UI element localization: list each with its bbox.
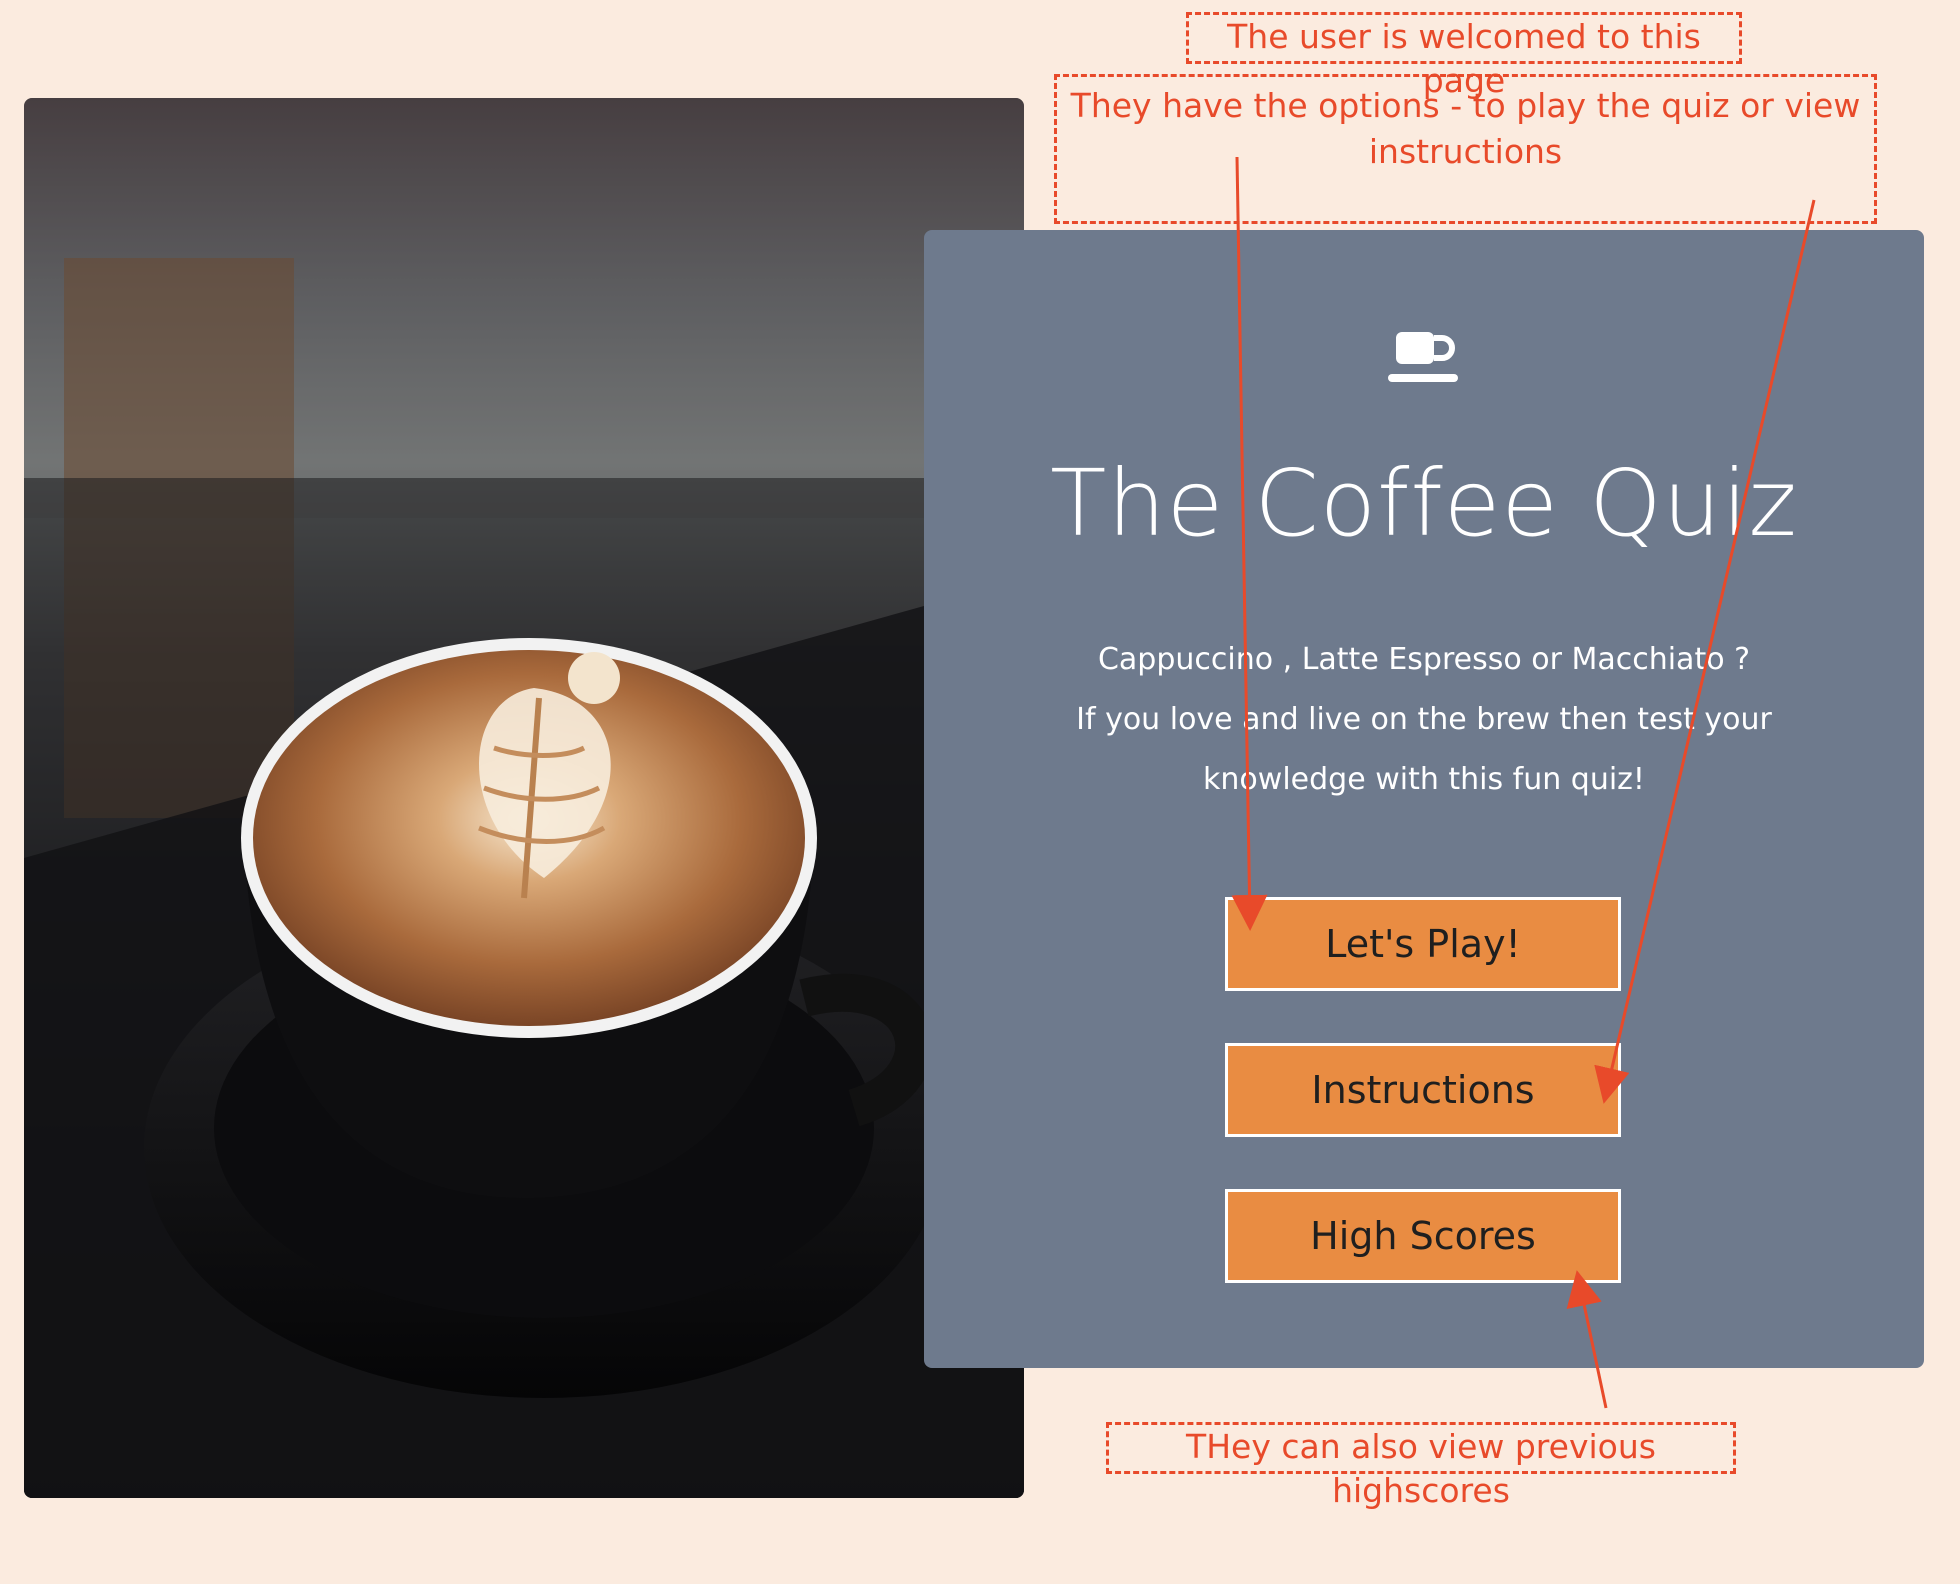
annotation-welcome: The user is welcomed to this page [1186,12,1742,100]
tagline: Cappuccino , Latte Espresso or Macchiato… [1024,630,1824,810]
coffee-photo [24,98,1024,1498]
quiz-card: The Coffee Quiz Cappuccino , Latte Espre… [924,230,1924,1368]
lets-play-button[interactable]: Let's Play! [1225,897,1621,991]
page-title: The Coffee Quiz [1050,450,1798,557]
instructions-button[interactable]: Instructions [1225,1043,1621,1137]
coffee-cup-icon [1388,332,1458,382]
tagline-line: If you love and live on the brew then te… [1076,702,1772,737]
high-scores-button[interactable]: High Scores [1225,1189,1621,1283]
tagline-line: Cappuccino , Latte Espresso or Macchiato… [1097,642,1751,677]
annotation-options: They have the options - to play the quiz… [1054,74,1877,224]
annotation-highscores: THey can also view previous highscores [1106,1422,1736,1510]
tagline-line: knowledge with this fun quiz! [1203,762,1645,797]
